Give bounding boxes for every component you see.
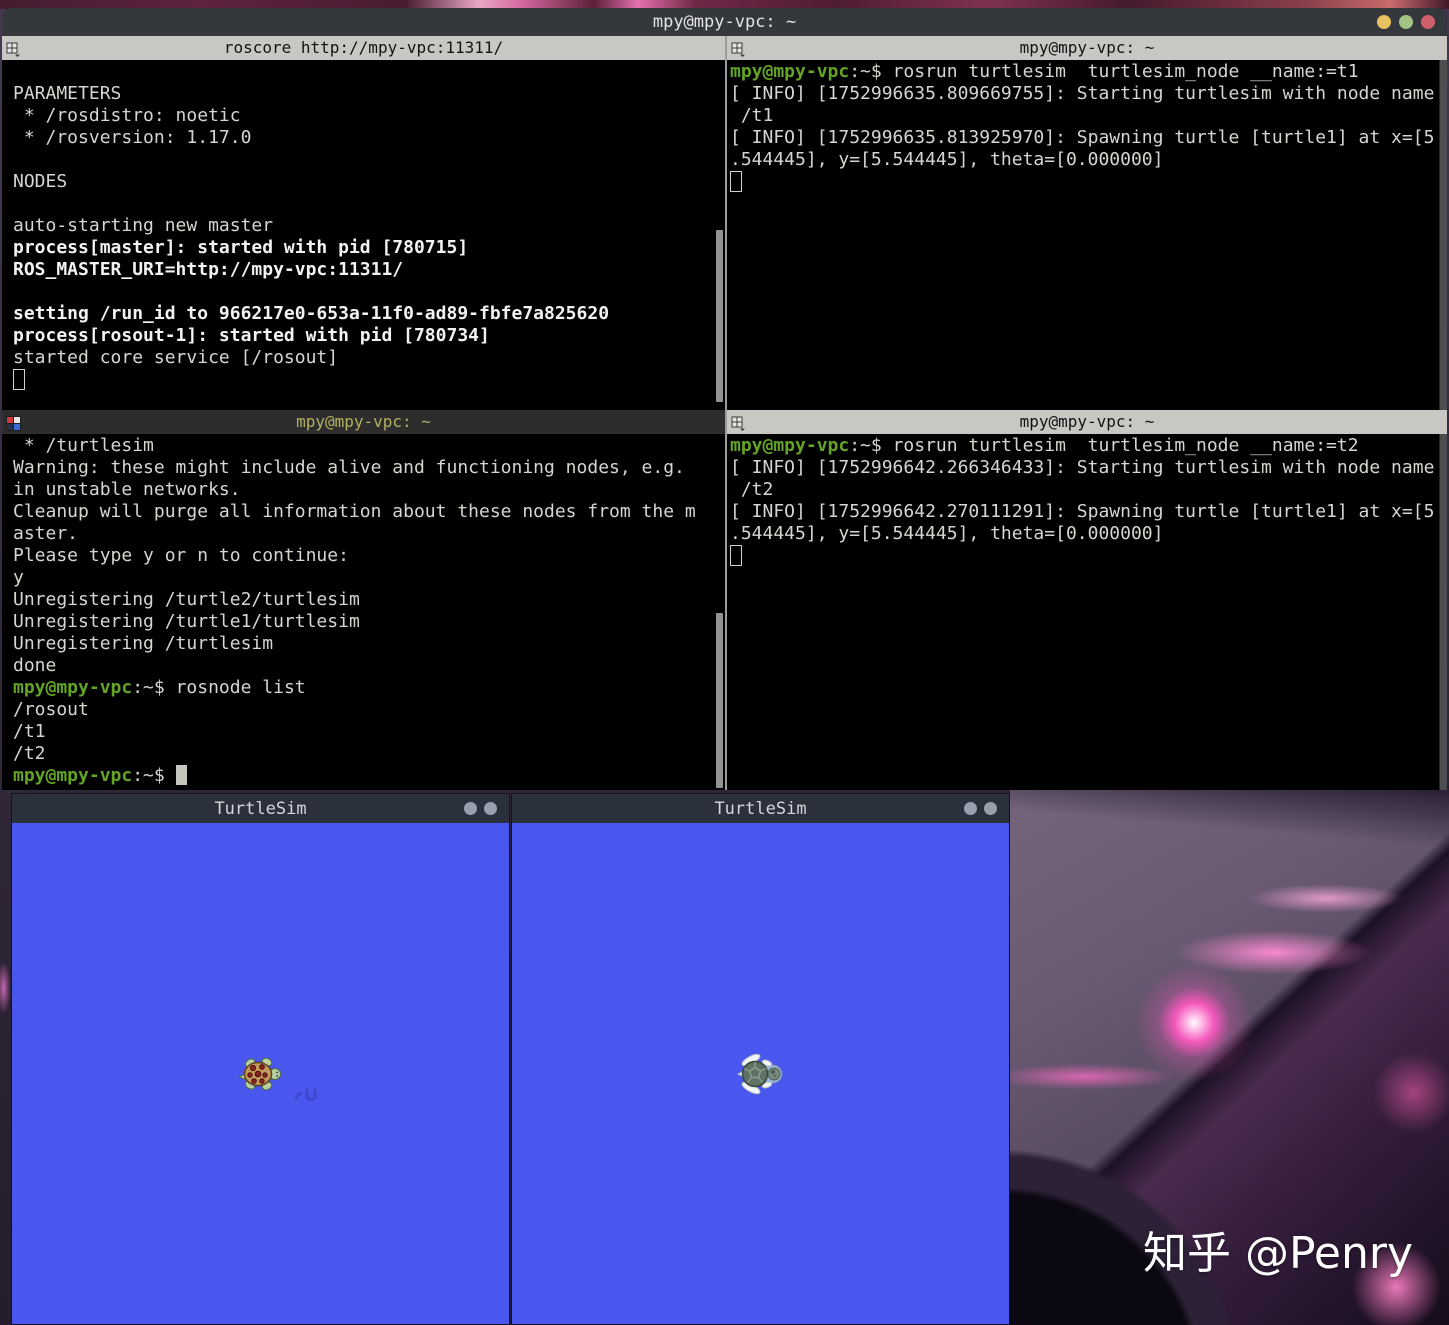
- pane-title: mpy@mpy-vpc: ~: [1019, 38, 1155, 57]
- terminal-line: done: [13, 655, 57, 676]
- canvas-artifact-mark: [294, 1085, 320, 1107]
- terminal-line: Unregistering /turtle1/turtlesim: [13, 611, 360, 632]
- terminal-cursor: [730, 545, 742, 566]
- turtlesim-title: TurtleSim: [714, 798, 807, 819]
- minimize-button[interactable]: [1377, 15, 1391, 29]
- terminal-cleanup[interactable]: * /turtlesim Warning: these might include…: [2, 434, 725, 790]
- scrollbar-handle[interactable]: [716, 230, 723, 402]
- turtle1-sprite: [237, 1055, 282, 1097]
- turtlesim-title: TurtleSim: [214, 798, 307, 819]
- maximize-button[interactable]: [1399, 15, 1413, 29]
- pane-titlebar-turtle2[interactable]: mpy@mpy-vpc: ~: [727, 410, 1447, 434]
- turtlesim-canvas-2: [512, 823, 1009, 1324]
- turtlesim-window-2: TurtleSim: [511, 793, 1010, 1325]
- window-dot-button[interactable]: [484, 802, 497, 815]
- window-dot-button[interactable]: [964, 802, 977, 815]
- pane-turtle1: mpy@mpy-vpc: ~ mpy@mpy-vpc:~$ rosrun tur…: [727, 36, 1447, 410]
- terminal-line: NODES: [13, 171, 68, 192]
- terminal-turtle1[interactable]: mpy@mpy-vpc:~$ rosrun turtlesim turtlesi…: [727, 60, 1447, 410]
- terminal-line: mpy@mpy-vpc:~$: [13, 765, 725, 787]
- terminal-line: [ INFO] [1752996642.270111291]: Spawning…: [730, 501, 1435, 522]
- window-dot-button[interactable]: [464, 802, 477, 815]
- pane-grid-icon[interactable]: [6, 40, 21, 57]
- terminal-line: ROS_MASTER_URI=http://mpy-vpc:11311/: [13, 259, 404, 280]
- terminal-line: [ INFO] [1752996642.266346433]: Starting…: [730, 457, 1435, 478]
- pane-grid-icon-focused[interactable]: [6, 414, 21, 431]
- turtle2-sprite: [736, 1053, 784, 1099]
- terminal-line: .544445], y=[5.544445], theta=[0.000000]: [730, 523, 1164, 544]
- terminal-line: aster.: [13, 523, 79, 544]
- terminal-line: [730, 545, 1447, 567]
- terminal-line: /t2: [13, 743, 46, 764]
- terminal-line: Cleanup will purge all information about…: [13, 501, 696, 522]
- pane-grid-icon[interactable]: [731, 414, 746, 431]
- terminal-line: .544445], y=[5.544445], theta=[0.000000]: [730, 149, 1164, 170]
- window-titlebar[interactable]: mpy@mpy-vpc: ~: [2, 8, 1447, 36]
- terminal-turtle2[interactable]: mpy@mpy-vpc:~$ rosrun turtlesim turtlesi…: [727, 434, 1447, 790]
- scrollbar-track[interactable]: [1439, 434, 1447, 790]
- terminal-line: auto-starting new master: [13, 215, 274, 236]
- terminal-cursor: [175, 765, 187, 785]
- turtlesim-canvas-1: [12, 823, 509, 1324]
- pane-cleanup: mpy@mpy-vpc: ~ * /turtlesim Warning: thes…: [2, 410, 725, 790]
- scrollbar-handle[interactable]: [716, 613, 723, 788]
- terminal-line: * /rosdistro: noetic: [13, 105, 241, 126]
- terminal-line: mpy@mpy-vpc:~$ rosrun turtlesim turtlesi…: [730, 435, 1359, 456]
- terminal-line: setting /run_id to 966217e0-653a-11f0-ad…: [13, 303, 610, 324]
- window-title: mpy@mpy-vpc: ~: [652, 12, 797, 32]
- terminal-line: [13, 369, 725, 391]
- turtlesim-titlebar[interactable]: TurtleSim: [12, 794, 509, 823]
- terminal-line: process[rosout-1]: started with pid [780…: [13, 325, 490, 346]
- pane-turtle2: mpy@mpy-vpc: ~ mpy@mpy-vpc:~$ rosrun tur…: [727, 410, 1447, 790]
- terminal-line: * /rosversion: 1.17.0: [13, 127, 252, 148]
- terminal-line: y: [13, 567, 24, 588]
- pane-roscore: roscore http://mpy-vpc:11311/ PARAMETERS…: [2, 36, 725, 410]
- wallpaper-art: 知乎 @Penry: [1010, 785, 1449, 1325]
- pane-title: roscore http://mpy-vpc:11311/: [223, 38, 504, 57]
- terminal-line: [ INFO] [1752996635.809669755]: Starting…: [730, 83, 1435, 104]
- scrollbar-track[interactable]: [1439, 60, 1447, 410]
- terminal-line: Warning: these might include alive and f…: [13, 457, 685, 478]
- pane-title: mpy@mpy-vpc: ~: [296, 412, 431, 431]
- close-button[interactable]: [1421, 15, 1435, 29]
- terminal-line: /rosout: [13, 699, 89, 720]
- pane-title: mpy@mpy-vpc: ~: [1019, 412, 1155, 431]
- pane-titlebar-cleanup[interactable]: mpy@mpy-vpc: ~: [2, 410, 725, 434]
- terminal-line: PARAMETERS: [13, 83, 122, 104]
- terminal-line: Please type y or n to continue:: [13, 545, 349, 566]
- watermark-text: 知乎 @Penry: [1142, 1228, 1413, 1279]
- terminal-line: [730, 171, 1447, 193]
- pane-divider[interactable]: [725, 36, 727, 790]
- terminal-line: started core service [/rosout]: [13, 347, 339, 368]
- terminal-roscore[interactable]: PARAMETERS * /rosdistro: noetic * /rosve…: [2, 60, 725, 410]
- terminal-line: in unstable networks.: [13, 479, 241, 500]
- pane-grid-icon[interactable]: [731, 40, 746, 57]
- terminal-line: mpy@mpy-vpc:~$ rosnode list: [13, 677, 306, 698]
- terminal-line: Unregistering /turtlesim: [13, 633, 274, 654]
- terminal-line: /t1: [13, 721, 46, 742]
- terminator-window: mpy@mpy-vpc: ~ roscore http://mpy-vpc:11…: [2, 8, 1447, 790]
- terminal-line: [ INFO] [1752996635.813925970]: Spawning…: [730, 127, 1435, 148]
- terminal-line: process[master]: started with pid [78071…: [13, 237, 469, 258]
- terminal-line: /t2: [730, 479, 774, 500]
- terminal-line: /t1: [730, 105, 774, 126]
- window-dot-button[interactable]: [984, 802, 997, 815]
- terminal-line: Unregistering /turtle2/turtlesim: [13, 589, 360, 610]
- terminal-line: * /turtlesim: [13, 435, 154, 456]
- turtlesim-window-1: TurtleSim: [11, 793, 510, 1325]
- pane-titlebar-turtle1[interactable]: mpy@mpy-vpc: ~: [727, 36, 1447, 60]
- terminal-cursor: [730, 171, 742, 192]
- turtlesim-titlebar[interactable]: TurtleSim: [512, 794, 1009, 823]
- desktop: 知乎 @Penry mpy@mpy-vpc: ~ roscore http://…: [0, 0, 1449, 1325]
- terminal-line: mpy@mpy-vpc:~$ rosrun turtlesim turtlesi…: [730, 61, 1359, 82]
- terminal-cursor: [13, 369, 25, 390]
- pane-titlebar-roscore[interactable]: roscore http://mpy-vpc:11311/: [2, 36, 725, 60]
